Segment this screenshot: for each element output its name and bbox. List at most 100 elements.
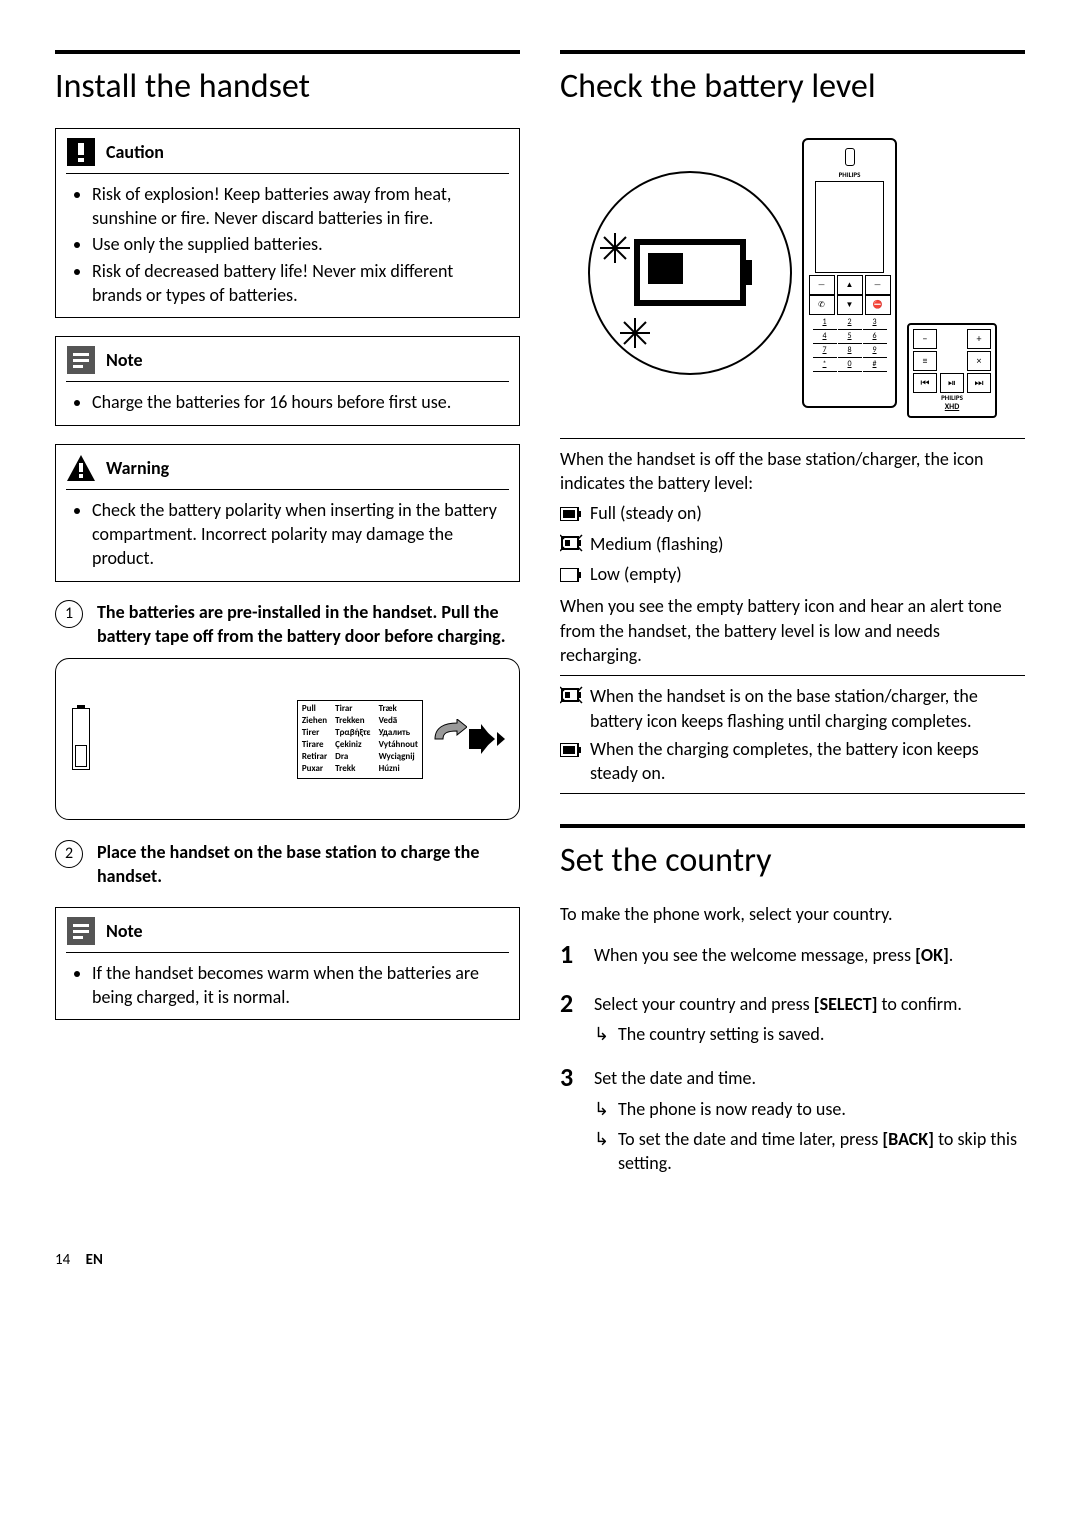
battery-full-icon <box>560 503 584 527</box>
note-list-2: If the handset becomes warm when the bat… <box>74 961 501 1010</box>
step-number: 2 <box>560 986 594 1047</box>
base-button: − <box>913 329 937 349</box>
battery-medium-line: Medium (flashing) <box>560 532 1025 558</box>
note-list: Charge the batteries for 16 hours before… <box>74 390 501 414</box>
warning-header: Warning <box>56 445 519 489</box>
pull-word: Dra <box>335 751 370 763</box>
battery-low-text: Low (empty) <box>590 562 682 586</box>
step-1-text: The batteries are pre-installed in the h… <box>97 600 520 649</box>
back-key-label: [BACK] <box>882 1128 934 1150</box>
sparkle-icon <box>600 233 630 263</box>
note-item: Charge the batteries for 16 hours before… <box>92 390 501 414</box>
battery-charging-text: When the handset is on the base station/… <box>590 684 1025 733</box>
warning-list: Check the battery polarity when insertin… <box>74 498 501 571</box>
pull-word: Çekiniz <box>335 739 370 751</box>
battery-intro-text: When the handset is off the base station… <box>560 447 1025 496</box>
battery-done-icon <box>560 739 584 763</box>
base-button: ≡ <box>913 351 937 371</box>
step-result: ↳ The phone is now ready to use. <box>594 1097 1025 1121</box>
divider <box>66 173 509 174</box>
base-button: ⏯ <box>940 373 964 393</box>
warning-label: Warning <box>106 456 169 480</box>
key: 9 <box>863 345 887 358</box>
pull-word: Pull <box>302 703 327 715</box>
nav-button: ⛔ <box>865 295 891 315</box>
note-box: Note Charge the batteries for 16 hours b… <box>55 336 520 425</box>
page-content: Install the handset Caution Risk of expl… <box>55 50 1025 1190</box>
country-step-1: 1 When you see the welcome message, pres… <box>560 937 1025 972</box>
key: 0 <box>838 359 862 372</box>
nav-button: ▼ <box>837 295 863 315</box>
key: 4 <box>813 331 837 344</box>
step-result: ↳ The country setting is saved. <box>594 1022 1025 1046</box>
nav-button: — <box>865 275 891 295</box>
note-label: Note <box>106 348 143 372</box>
sparkle-icon <box>620 318 650 348</box>
section-title-install: Install the handset <box>55 50 520 110</box>
pull-word: Vytáhnout <box>379 739 418 751</box>
nav-button: ▲ <box>837 275 863 295</box>
key: 5 <box>838 331 862 344</box>
note-icon <box>66 345 96 375</box>
key: 7 <box>813 345 837 358</box>
step-content: When you see the welcome message, press … <box>594 937 1025 972</box>
step-2: 2 Place the handset on the base station … <box>55 840 520 889</box>
handset-illustration: PHILIPS — ▲ — ✆ ▼ ⛔ 1 2 3 4 5 <box>802 138 897 408</box>
battery-low-desc: When you see the empty battery icon and … <box>560 594 1025 667</box>
caution-icon <box>66 137 96 167</box>
result-arrow-icon: ↳ <box>594 1022 618 1046</box>
screen-icon <box>815 181 883 273</box>
note-item: If the handset becomes warm when the bat… <box>92 961 501 1010</box>
pull-word: Τραβήξτε <box>335 727 370 739</box>
pull-word: Удалить <box>379 727 418 739</box>
note-header: Note <box>56 337 519 381</box>
divider <box>560 793 1025 794</box>
base-station-illustration: −+ ≡× ⏮⏯⏭ PHILIPS XHD <box>907 323 997 418</box>
pull-word: Tirare <box>302 739 327 751</box>
pull-word: Vedä <box>379 715 418 727</box>
battery-full-text: Full (steady on) <box>590 501 702 525</box>
battery-medium-icon <box>560 534 584 558</box>
pull-word: Tirar <box>335 703 370 715</box>
key: 6 <box>863 331 887 344</box>
key: 1 <box>813 317 837 330</box>
divider <box>66 489 509 490</box>
nav-button: — <box>809 275 835 295</box>
battery-done-line: When the charging completes, the battery… <box>560 737 1025 786</box>
brand-label: PHILIPS <box>839 170 861 179</box>
select-key-label: [SELECT] <box>814 993 878 1015</box>
warning-icon <box>66 453 96 483</box>
step-1: 1 The batteries are pre-installed in the… <box>55 600 520 649</box>
battery-bubble-icon <box>588 171 792 375</box>
language-code: EN <box>86 1251 103 1269</box>
step-content: Select your country and press [SELECT] t… <box>594 986 1025 1047</box>
note-box-2: Note If the handset becomes warm when th… <box>55 907 520 1021</box>
country-steps: 1 When you see the welcome message, pres… <box>560 937 1025 1176</box>
base-button: × <box>967 351 991 371</box>
country-step-2: 2 Select your country and press [SELECT]… <box>560 986 1025 1047</box>
battery-medium-text: Medium (flashing) <box>590 532 723 556</box>
brand-label: PHILIPS <box>913 393 991 402</box>
note-header-2: Note <box>56 908 519 952</box>
page-number: 14 <box>55 1251 70 1269</box>
caution-item: Use only the supplied batteries. <box>92 232 501 256</box>
note-icon <box>66 916 96 946</box>
step-2-text: Place the handset on the base station to… <box>97 840 520 889</box>
battery-charging-icon <box>560 686 584 710</box>
key: 8 <box>838 345 862 358</box>
pull-word: Ziehen <box>302 715 327 727</box>
keypad: 1 2 3 4 5 6 7 8 9 * 0 # <box>813 317 887 372</box>
result-arrow-icon: ↳ <box>594 1127 618 1176</box>
battery-low-line: Low (empty) <box>560 562 1025 588</box>
pull-word: Trekk <box>335 763 370 775</box>
section-title-country: Set the country <box>560 824 1025 884</box>
step-result: ↳ To set the date and time later, press … <box>594 1127 1025 1176</box>
battery-full-line: Full (steady on) <box>560 501 1025 527</box>
divider <box>66 952 509 953</box>
caution-list: Risk of explosion! Keep batteries away f… <box>74 182 501 307</box>
divider <box>560 675 1025 676</box>
key: * <box>813 359 837 372</box>
battery-charging-line: When the handset is on the base station/… <box>560 684 1025 733</box>
key: # <box>863 359 887 372</box>
note-label-2: Note <box>106 919 143 943</box>
